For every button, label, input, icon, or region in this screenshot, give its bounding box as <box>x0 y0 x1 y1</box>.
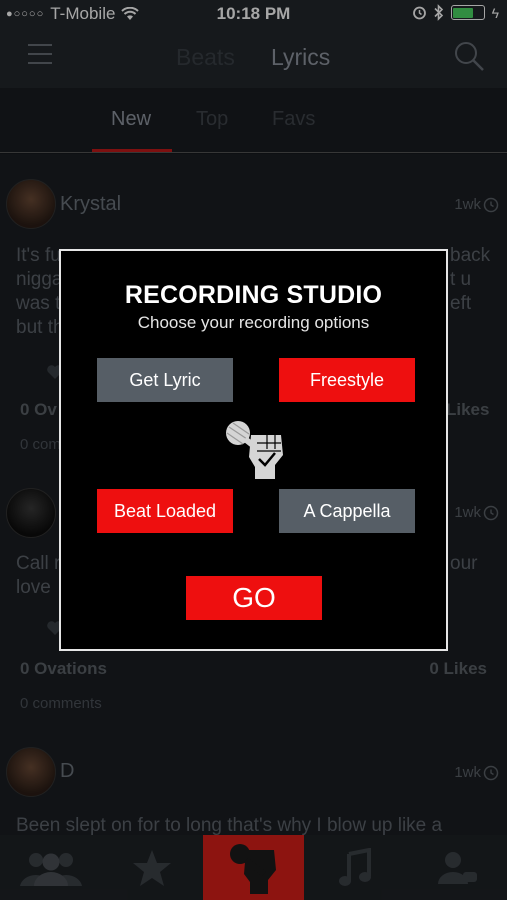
beat-loaded-button[interactable]: Beat Loaded <box>97 489 233 533</box>
modal-title: RECORDING STUDIO <box>124 281 383 309</box>
freestyle-button[interactable]: Freestyle <box>279 358 415 402</box>
mic-fist-icon <box>226 421 283 479</box>
a-cappella-button[interactable]: A Cappella <box>279 489 415 533</box>
get-lyric-button[interactable]: Get Lyric <box>97 358 233 402</box>
recording-studio-modal: RECORDING STUDIO Choose your recording o… <box>59 249 448 651</box>
modal-subtitle: Choose your recording options <box>137 313 370 332</box>
go-button[interactable]: GO <box>186 576 322 620</box>
